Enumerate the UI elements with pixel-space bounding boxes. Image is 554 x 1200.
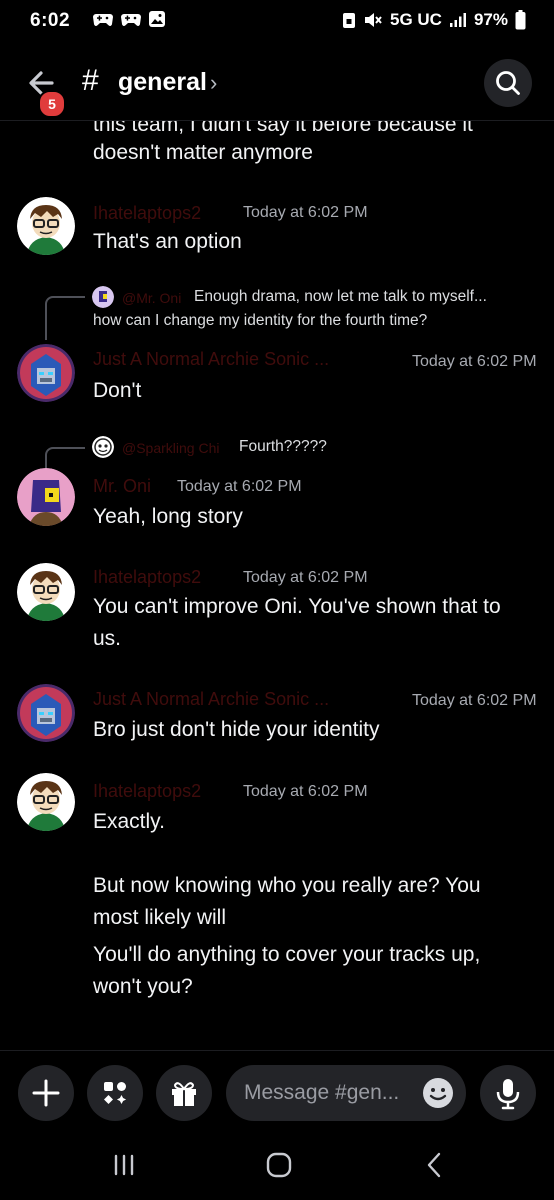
system-nav-bar [0, 1132, 554, 1200]
plus-icon [32, 1079, 60, 1107]
message-timestamp: Today at 6:02 PM [243, 569, 368, 586]
message-author[interactable]: Ihatelaptops2 [93, 567, 201, 588]
game-controller-icon [93, 14, 113, 26]
message-text: Bro just don't hide your identity [93, 718, 380, 741]
message-text: us. [93, 627, 122, 650]
status-time: 6:02 [30, 10, 71, 31]
lock-sim-icon [343, 13, 355, 28]
message-timestamp: Today at 6:02 PM [243, 783, 368, 800]
avatar[interactable] [17, 344, 75, 402]
message-author[interactable]: Just A Normal Archie Sonic ... [93, 349, 329, 370]
status-bar: 6:02 5G UC 97% [0, 0, 554, 44]
robot-avatar-icon [17, 684, 75, 742]
message-author[interactable]: Ihatelaptops2 [93, 781, 201, 802]
reply-connector [45, 296, 85, 340]
back-icon[interactable] [420, 1150, 450, 1180]
message-composer: Message #gen... [0, 1050, 554, 1133]
message-text: You can't improve Oni. You've shown that… [93, 595, 501, 618]
message-timestamp: Today at 6:02 PM [412, 692, 537, 709]
message-timestamp: Today at 6:02 PM [177, 478, 302, 495]
message-text: Don't [93, 379, 142, 402]
status-right: 5G UC 97% [342, 10, 526, 30]
brown-hair-glasses-avatar-icon [17, 563, 75, 621]
reply-text[interactable]: Enough drama, now let me talk to myself.… [194, 288, 487, 306]
reply-avatar [92, 436, 114, 458]
robot-avatar-icon [17, 344, 75, 402]
message-author[interactable]: Just A Normal Archie Sonic ... [93, 689, 329, 710]
mute-icon [365, 13, 382, 27]
message-timestamp: Today at 6:02 PM [243, 204, 368, 221]
message-author[interactable]: Ihatelaptops2 [93, 203, 201, 224]
reply-text[interactable]: how can I change my identity for the fou… [93, 312, 427, 330]
oni-avatar-icon [17, 468, 75, 526]
notification-icons [92, 10, 166, 28]
avatar[interactable] [17, 684, 75, 742]
message-text: doesn't matter anymore [93, 141, 313, 164]
search-icon [496, 71, 520, 95]
message-list[interactable]: this team, I didn't say it before becaus… [0, 121, 554, 1049]
channel-header: 5 # general › [0, 44, 554, 121]
microphone-icon [496, 1079, 520, 1110]
home-icon[interactable] [264, 1150, 294, 1180]
message-author[interactable]: Mr. Oni [93, 476, 151, 497]
battery-percent: 97% [473, 10, 508, 29]
apps-icon [104, 1082, 127, 1104]
emoji-icon[interactable] [422, 1077, 454, 1109]
message-text: Yeah, long story [93, 505, 243, 528]
network-type: 5G UC [390, 10, 442, 29]
unread-badge: 5 [38, 90, 66, 118]
avatar[interactable] [17, 563, 75, 621]
message-text: You'll do anything to cover your tracks … [93, 943, 481, 966]
voice-message-button[interactable] [480, 1065, 536, 1121]
message-text: That's an option [93, 230, 242, 253]
battery-icon [515, 10, 526, 30]
message-input[interactable]: Message #gen... [226, 1065, 466, 1121]
channel-title[interactable]: general [118, 68, 207, 97]
brown-hair-glasses-avatar-icon [17, 773, 75, 831]
message-timestamp: Today at 6:02 PM [412, 353, 537, 370]
message-text: won't you? [93, 975, 193, 998]
add-attachment-button[interactable] [18, 1065, 74, 1121]
avatar[interactable] [17, 197, 75, 255]
recent-apps-icon[interactable] [109, 1150, 139, 1180]
reply-text[interactable]: Fourth????? [239, 438, 327, 456]
reply-avatar [92, 286, 114, 308]
message-placeholder: Message #gen... [244, 1081, 400, 1104]
message-text: Exactly. [93, 810, 165, 833]
gift-icon [172, 1082, 196, 1106]
brown-hair-glasses-avatar-icon [17, 197, 75, 255]
apps-button[interactable] [87, 1065, 143, 1121]
message-text: But now knowing who you really are? You [93, 874, 481, 897]
avatar[interactable] [17, 773, 75, 831]
channel-hash-icon: # [82, 64, 99, 97]
gift-button[interactable] [156, 1065, 212, 1121]
game-controller-icon [121, 14, 141, 26]
avatar[interactable] [17, 468, 75, 526]
gallery-icon [149, 11, 165, 27]
reply-author[interactable]: @Sparkling Chi [122, 440, 219, 456]
reply-author[interactable]: @Mr. Oni [122, 290, 181, 306]
search-button[interactable] [484, 59, 532, 107]
signal-icon [449, 13, 466, 27]
message-text: most likely will [93, 906, 227, 929]
chevron-right-icon[interactable]: › [210, 70, 217, 96]
